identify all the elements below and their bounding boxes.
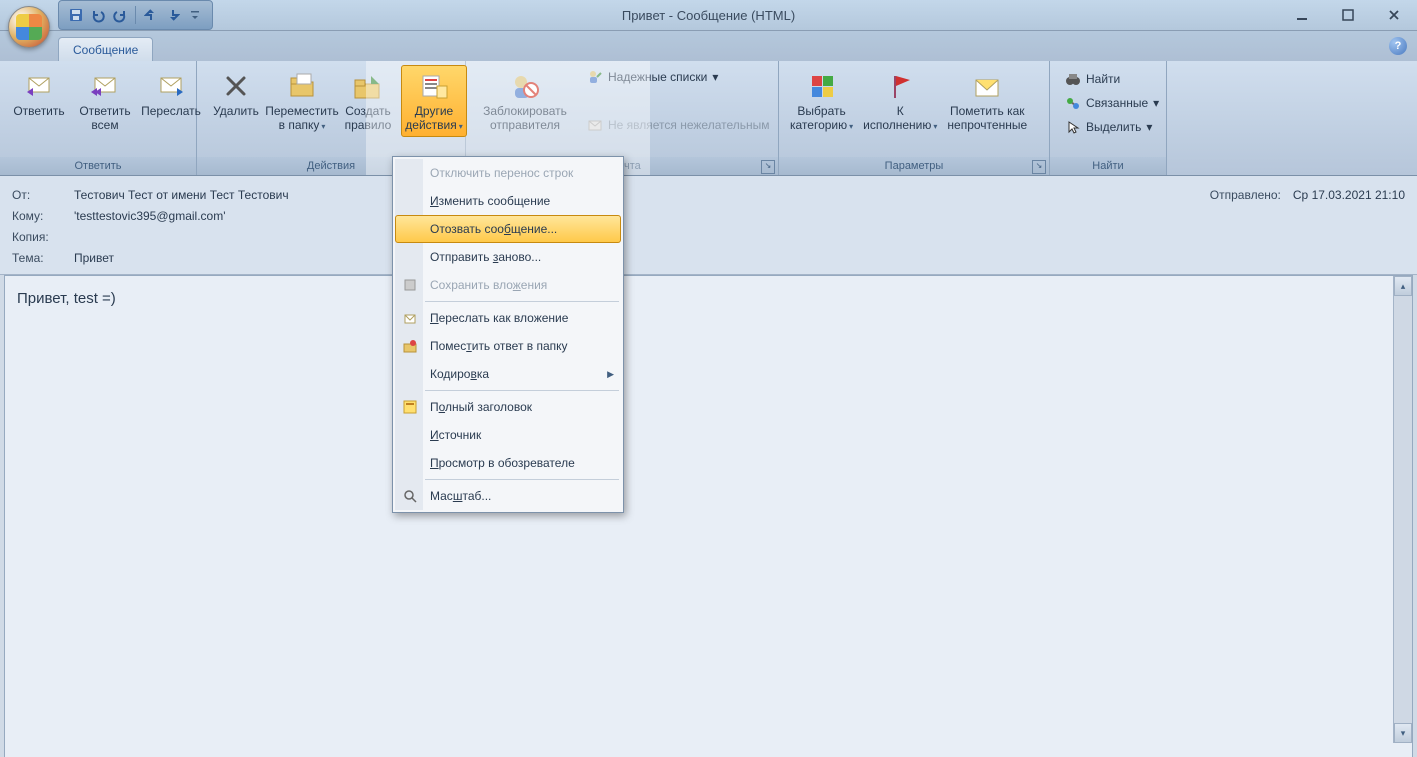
menu-zoom[interactable]: Масштаб... (395, 482, 621, 510)
redo-icon[interactable] (109, 4, 131, 26)
menu-encoding[interactable]: Кодировка▶ (395, 360, 621, 388)
options-launcher-icon[interactable]: ↘ (1032, 160, 1046, 174)
menu-move-reply[interactable]: Поместить ответ в папку (395, 332, 621, 360)
reply-icon (23, 70, 55, 102)
scroll-down-icon[interactable]: ▾ (1394, 723, 1412, 743)
menu-disable-wrap: Отключить перенос строк (395, 159, 621, 187)
related-icon (1065, 95, 1081, 111)
tab-message[interactable]: Сообщение (58, 37, 153, 61)
from-value: Тестович Тест от имени Тест Тестович (74, 188, 1210, 202)
subject-value: Привет (74, 251, 1405, 265)
binoculars-icon (1065, 71, 1081, 87)
folder-move-icon (286, 70, 318, 102)
other-actions-icon (418, 70, 450, 102)
forward-button[interactable]: Переслать (138, 65, 204, 121)
window-controls (1279, 0, 1417, 30)
office-button[interactable] (8, 6, 50, 48)
maximize-button[interactable] (1325, 0, 1371, 30)
safe-lists-icon (587, 69, 603, 85)
save-icon[interactable] (65, 4, 87, 26)
minimize-button[interactable] (1279, 0, 1325, 30)
qat-more-icon[interactable] (184, 4, 206, 26)
group-find: Найти Связанные▾ Выделить▾ Найти (1050, 61, 1167, 175)
title-bar: Привет - Сообщение (HTML) (0, 0, 1417, 31)
delete-button[interactable]: Удалить (203, 65, 269, 121)
sent-label: Отправлено: (1210, 188, 1281, 202)
group-find-label: Найти (1050, 157, 1166, 175)
forward-icon (155, 70, 187, 102)
related-button[interactable]: Связанные▾ (1060, 91, 1164, 115)
not-junk-button: Не является нежелательным (582, 113, 775, 137)
move-to-folder-button[interactable]: Переместитьв папку▾ (269, 65, 335, 137)
subject-label: Тема: (12, 251, 74, 265)
categorize-icon (806, 70, 838, 102)
sent-value: Ср 17.03.2021 21:10 (1293, 188, 1405, 202)
unread-icon (971, 70, 1003, 102)
group-options-label: Параметры↘ (779, 157, 1049, 175)
junk-launcher-icon[interactable]: ↘ (761, 160, 775, 174)
block-sender-button[interactable]: Заблокироватьотправителя (472, 65, 578, 135)
menu-forward-attachment[interactable]: Переслать как вложение (395, 304, 621, 332)
to-value: 'testtestovic395@gmail.com' (74, 209, 1405, 223)
group-reply-label: Ответить (0, 157, 196, 175)
menu-view-browser[interactable]: Просмотр в обозревателе (395, 449, 621, 477)
forward-attachment-icon (402, 310, 418, 326)
safe-lists-button[interactable]: Надежные списки▾ (582, 65, 775, 89)
cc-label: Копия: (12, 230, 74, 244)
ribbon: Ответить Ответитьвсем Переслать Ответить… (0, 61, 1417, 176)
delete-icon (220, 70, 252, 102)
from-label: От: (12, 188, 74, 202)
reply-button[interactable]: Ответить (6, 65, 72, 121)
flag-icon (884, 70, 916, 102)
find-button[interactable]: Найти (1060, 67, 1164, 91)
followup-button[interactable]: Кисполнению▾ (858, 65, 942, 137)
message-header: От: Тестович Тест от имени Тест Тестович… (0, 176, 1417, 275)
help-button[interactable]: ? (1389, 37, 1407, 55)
message-body-container: Привет, test =) ▴ ▾ (0, 275, 1417, 757)
move-reply-icon (402, 338, 418, 354)
save-attachments-icon (402, 277, 418, 293)
categorize-button[interactable]: Выбратькатегорию▾ (785, 65, 858, 137)
close-button[interactable] (1371, 0, 1417, 30)
full-header-icon (402, 399, 418, 415)
other-actions-button[interactable]: Другиедействия▾ (401, 65, 467, 137)
rule-icon (352, 70, 384, 102)
next-icon[interactable] (162, 4, 184, 26)
menu-source[interactable]: Источник (395, 421, 621, 449)
zoom-icon (402, 488, 418, 504)
prev-icon[interactable] (140, 4, 162, 26)
reply-all-icon (89, 70, 121, 102)
scrollbar-vertical[interactable]: ▴ ▾ (1393, 276, 1412, 743)
not-junk-icon (587, 117, 603, 133)
block-sender-icon (509, 70, 541, 102)
to-label: Кому: (12, 209, 74, 223)
select-button[interactable]: Выделить▾ (1060, 115, 1164, 139)
menu-recall-message[interactable]: Отозвать сообщение... (395, 215, 621, 243)
group-options: Выбратькатегорию▾ Кисполнению▾ Пометить … (779, 61, 1050, 175)
create-rule-button[interactable]: Создатьправило (335, 65, 401, 135)
menu-edit-message[interactable]: Изменить сообщение (395, 187, 621, 215)
cursor-icon (1065, 119, 1081, 135)
window-title: Привет - Сообщение (HTML) (622, 8, 795, 23)
menu-save-attachments: Сохранить вложения (395, 271, 621, 299)
message-body[interactable]: Привет, test =) ▴ ▾ (4, 275, 1413, 757)
group-reply: Ответить Ответитьвсем Переслать Ответить (0, 61, 197, 175)
mark-unread-button[interactable]: Пометить какнепрочтенные (942, 65, 1032, 135)
tab-row: Сообщение ? (0, 31, 1417, 61)
undo-icon[interactable] (87, 4, 109, 26)
quick-access-toolbar (58, 0, 213, 30)
scroll-up-icon[interactable]: ▴ (1394, 276, 1412, 296)
menu-resend[interactable]: Отправить заново... (395, 243, 621, 271)
menu-full-header[interactable]: Полный заголовок (395, 393, 621, 421)
reply-all-button[interactable]: Ответитьвсем (72, 65, 138, 135)
other-actions-menu: Отключить перенос строк Изменить сообщен… (392, 156, 624, 513)
